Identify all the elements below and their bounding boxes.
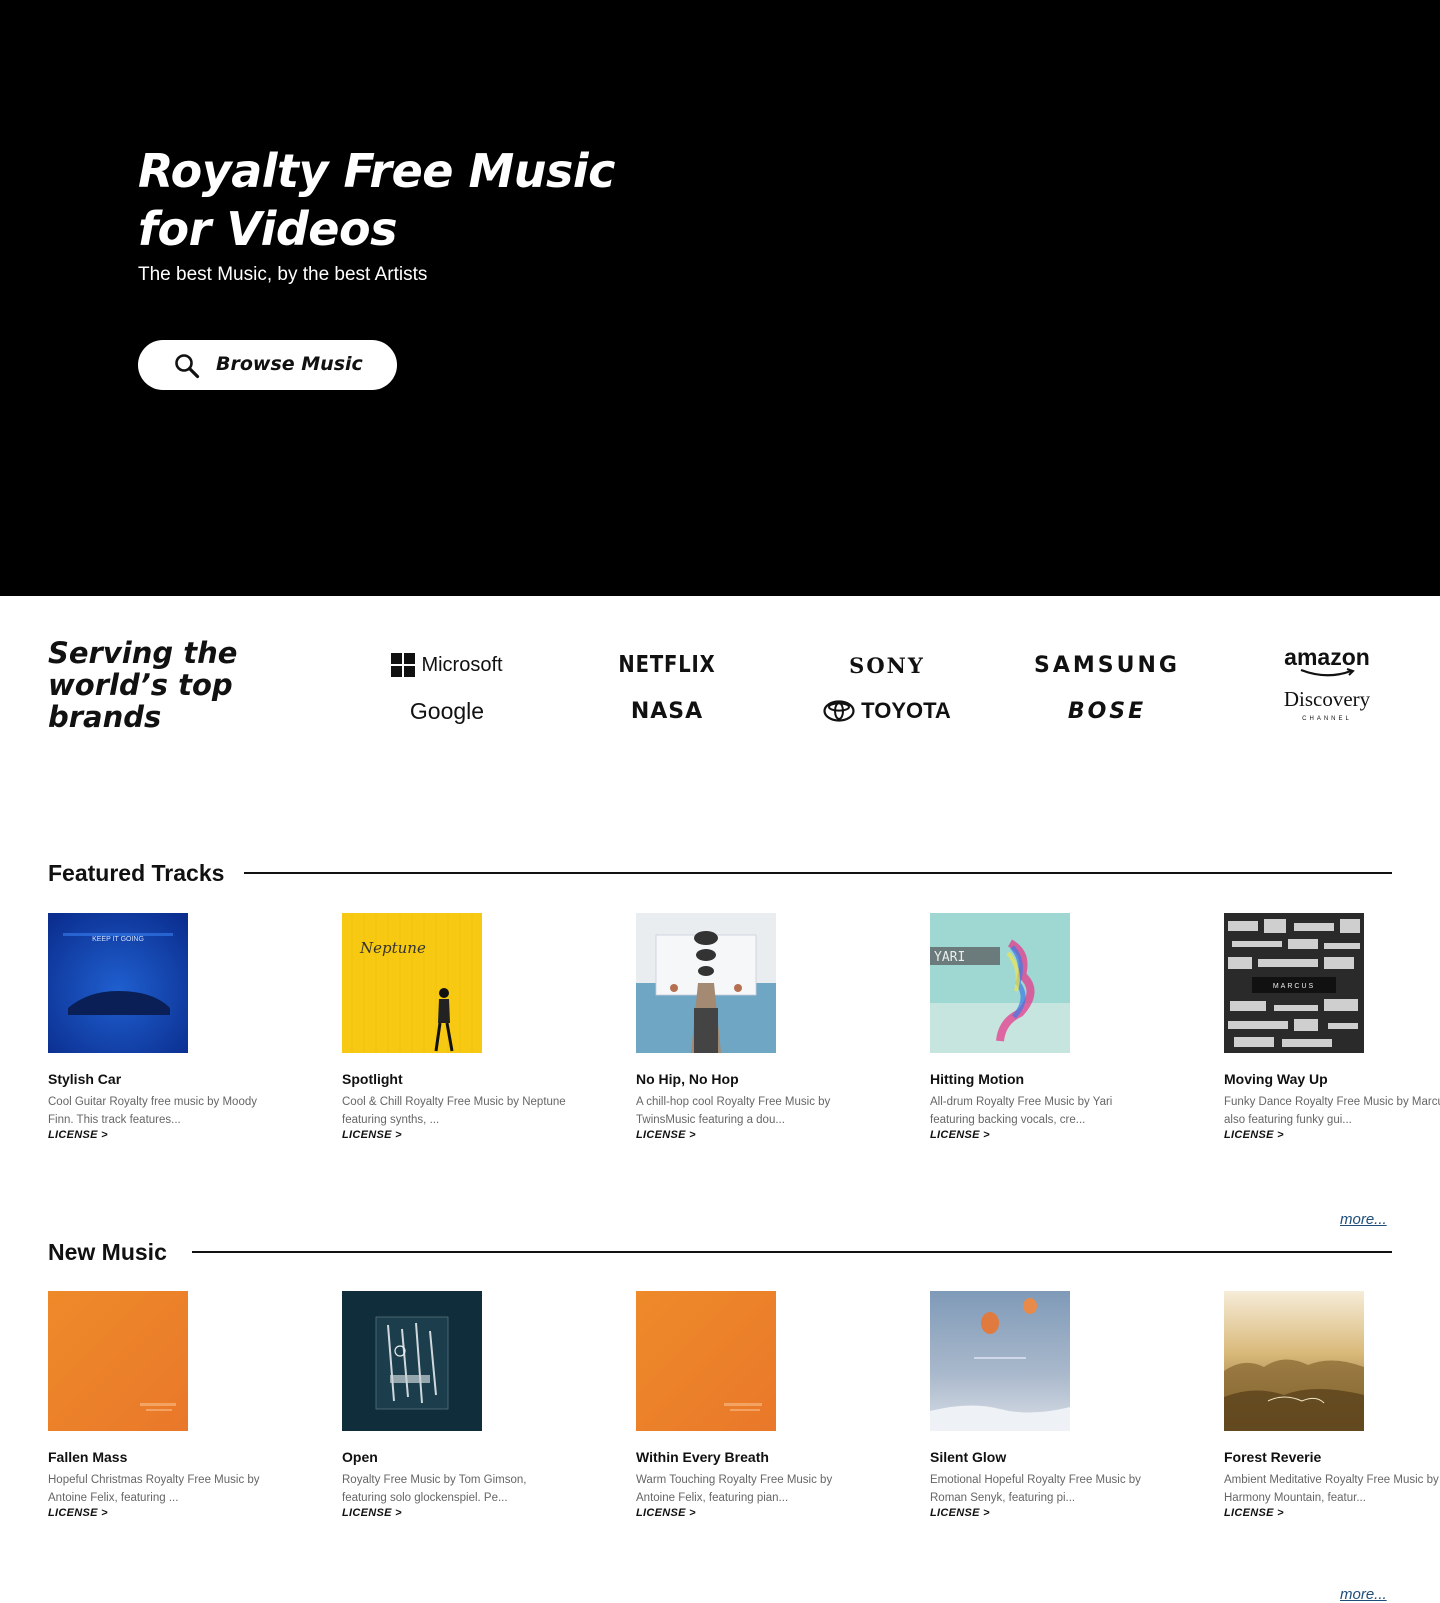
album-cover-no-hip-no-hop[interactable] [636, 913, 776, 1053]
album-cover-hitting-motion[interactable]: YARI [930, 913, 1070, 1053]
track-card[interactable]: Neptune Spotlight Cool & Chill Royalty F… [342, 913, 602, 1141]
license-link[interactable]: LICENSE > [930, 1507, 1190, 1519]
samsung-logo: SAMSUNG [1034, 652, 1180, 678]
svg-text:Neptune: Neptune [359, 939, 426, 957]
svg-text:YARI: YARI [934, 950, 965, 965]
new-music-more-link[interactable]: more... [1340, 1586, 1387, 1603]
track-name[interactable]: Within Every Breath [636, 1449, 896, 1465]
track-card[interactable]: Within Every Breath Warm Touching Royalt… [636, 1291, 896, 1519]
album-cover-stylish-car[interactable]: KEEP IT GOING [48, 913, 188, 1053]
hero-title-line2: for Videos [138, 202, 397, 256]
toyota-emblem-icon [823, 700, 855, 722]
track-name[interactable]: Forest Reverie [1224, 1449, 1440, 1465]
brands-title-line2: world’s top [48, 668, 233, 702]
new-music-title: New Music [48, 1239, 167, 1265]
amazon-logo-text: amazon [1284, 644, 1370, 670]
album-cover-silent-glow[interactable] [930, 1291, 1070, 1431]
track-description: Cool Guitar Royalty free music by Moody … [48, 1096, 257, 1126]
track-description: Funky Dance Royalty Free Music by Marcus… [1224, 1096, 1440, 1126]
track-description: Hopeful Christmas Royalty Free Music by … [48, 1474, 260, 1504]
track-description: All-drum Royalty Free Music by Yari feat… [930, 1096, 1113, 1126]
track-card[interactable]: KEEP IT GOING Stylish Car Cool Guitar Ro… [48, 913, 308, 1141]
google-logo: Google [409, 697, 485, 724]
track-description: Emotional Hopeful Royalty Free Music by … [930, 1474, 1141, 1504]
amazon-logo: amazon [1232, 645, 1422, 679]
license-link[interactable]: LICENSE > [1224, 1507, 1440, 1519]
license-link[interactable]: LICENSE > [1224, 1129, 1440, 1141]
track-name[interactable]: Fallen Mass [48, 1449, 308, 1465]
new-music-divider [192, 1251, 1392, 1253]
hero-section: Royalty Free Music for Videos The best M… [0, 0, 1440, 596]
track-card[interactable]: Silent Glow Emotional Hopeful Royalty Fr… [930, 1291, 1190, 1519]
microsoft-logo: Microsoft [352, 648, 542, 682]
track-description: A chill-hop cool Royalty Free Music by T… [636, 1096, 831, 1126]
album-cover-within-every-breath[interactable] [636, 1291, 776, 1431]
discovery-logo: Discovery CHANNEL [1232, 687, 1422, 726]
microsoft-grid-icon [391, 653, 416, 677]
album-cover-open[interactable] [342, 1291, 482, 1431]
album-cover-moving-way-up[interactable]: MARCUS [1224, 913, 1364, 1053]
track-card[interactable]: No Hip, No Hop A chill-hop cool Royalty … [636, 913, 896, 1141]
track-name[interactable]: Stylish Car [48, 1071, 308, 1087]
toyota-logo: TOYOTA [792, 694, 982, 728]
track-card[interactable]: Forest Reverie Ambient Meditative Royalt… [1224, 1291, 1440, 1519]
featured-more-link[interactable]: more... [1340, 1211, 1387, 1228]
browse-music-button[interactable]: Browse Music [138, 340, 397, 390]
album-cover-spotlight[interactable]: Neptune [342, 913, 482, 1053]
brands-title-line1: Serving the [48, 636, 238, 670]
track-name[interactable]: Silent Glow [930, 1449, 1190, 1465]
brands-title: Serving the world’s top brands [48, 637, 288, 733]
discovery-channel-text: CHANNEL [1302, 716, 1352, 722]
track-name[interactable]: No Hip, No Hop [636, 1071, 896, 1087]
license-link[interactable]: LICENSE > [342, 1507, 602, 1519]
toyota-logo-text: TOYOTA [861, 698, 951, 723]
track-name[interactable]: Spotlight [342, 1071, 602, 1087]
license-link[interactable]: LICENSE > [342, 1129, 602, 1141]
license-link[interactable]: LICENSE > [48, 1507, 308, 1519]
nasa-logo: NASA [630, 698, 704, 724]
hero-title: Royalty Free Music for Videos [138, 142, 738, 258]
search-icon [175, 354, 200, 379]
track-description: Cool & Chill Royalty Free Music by Neptu… [342, 1096, 566, 1126]
svg-text:KEEP IT GOING: KEEP IT GOING [92, 936, 144, 943]
hero-title-line1: Royalty Free Music [138, 144, 615, 198]
license-link[interactable]: LICENSE > [636, 1507, 896, 1519]
track-card[interactable]: Open Royalty Free Music by Tom Gimson, f… [342, 1291, 602, 1519]
track-name[interactable]: Hitting Motion [930, 1071, 1190, 1087]
featured-tracks-divider [244, 872, 1392, 874]
netflix-logo: NETFLIX [618, 652, 716, 678]
license-link[interactable]: LICENSE > [930, 1129, 1190, 1141]
license-link[interactable]: LICENSE > [48, 1129, 308, 1141]
svg-text:MARCUS: MARCUS [1273, 983, 1315, 990]
track-name[interactable]: Moving Way Up [1224, 1071, 1440, 1087]
license-link[interactable]: LICENSE > [636, 1129, 896, 1141]
track-description: Warm Touching Royalty Free Music by Anto… [636, 1474, 833, 1504]
sony-logo: SONY [849, 652, 925, 678]
album-cover-fallen-mass[interactable] [48, 1291, 188, 1431]
amazon-smile-icon [1300, 668, 1355, 677]
featured-tracks-title: Featured Tracks [48, 860, 225, 886]
browse-music-label: Browse Music [216, 353, 363, 375]
brands-title-line3: brands [48, 700, 162, 734]
album-cover-forest-reverie[interactable] [1224, 1291, 1364, 1431]
track-card[interactable]: MARCUS Moving Way Up Funky Dance Royalty… [1224, 913, 1440, 1141]
track-name[interactable]: Open [342, 1449, 602, 1465]
discovery-logo-text: Discovery [1283, 687, 1371, 711]
track-card[interactable]: Fallen Mass Hopeful Christmas Royalty Fr… [48, 1291, 308, 1519]
track-description: Ambient Meditative Royalty Free Music by… [1224, 1474, 1439, 1504]
bose-logo: BOSE [1067, 698, 1147, 724]
track-card[interactable]: YARI Hitting Motion All-drum Royalty Fre… [930, 913, 1190, 1141]
track-description: Royalty Free Music by Tom Gimson, featur… [342, 1474, 527, 1504]
hero-subtitle: The best Music, by the best Artists [138, 264, 428, 285]
microsoft-logo-text: Microsoft [421, 653, 503, 676]
